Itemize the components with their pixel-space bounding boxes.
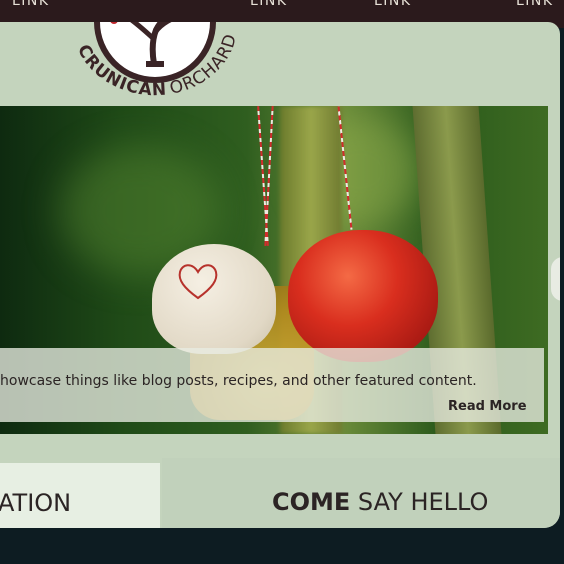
nav-link-3[interactable]: LINK (374, 0, 412, 9)
caption-text: howcase things like blog posts, recipes,… (0, 373, 477, 389)
footer-right-rest: SAY HELLO (350, 488, 489, 516)
slider-next-tab[interactable] (551, 257, 560, 301)
footer-left-label: ATION (0, 489, 72, 517)
hero-caption: howcase things like blog posts, recipes,… (0, 348, 544, 422)
nav-link-1[interactable]: LINK (12, 0, 50, 9)
hero-banner[interactable]: howcase things like blog posts, recipes,… (0, 106, 548, 434)
footer-contact-button[interactable]: COME SAY HELLO (162, 458, 560, 528)
read-more-link[interactable]: Read More (448, 399, 527, 414)
nav-link-2[interactable]: LINK (250, 0, 288, 9)
footer-location-button[interactable]: ATION (0, 463, 160, 528)
footer-right-bold: COME (272, 488, 351, 516)
red-apple (288, 230, 438, 362)
footer-right-label: COME SAY HELLO (272, 488, 488, 516)
page-panel: CRUNICANORCHARDS howcase things like blo… (0, 22, 560, 528)
nav-link-4[interactable]: LINK (516, 0, 554, 9)
heart-icon (178, 264, 218, 300)
twine-string (264, 106, 274, 246)
